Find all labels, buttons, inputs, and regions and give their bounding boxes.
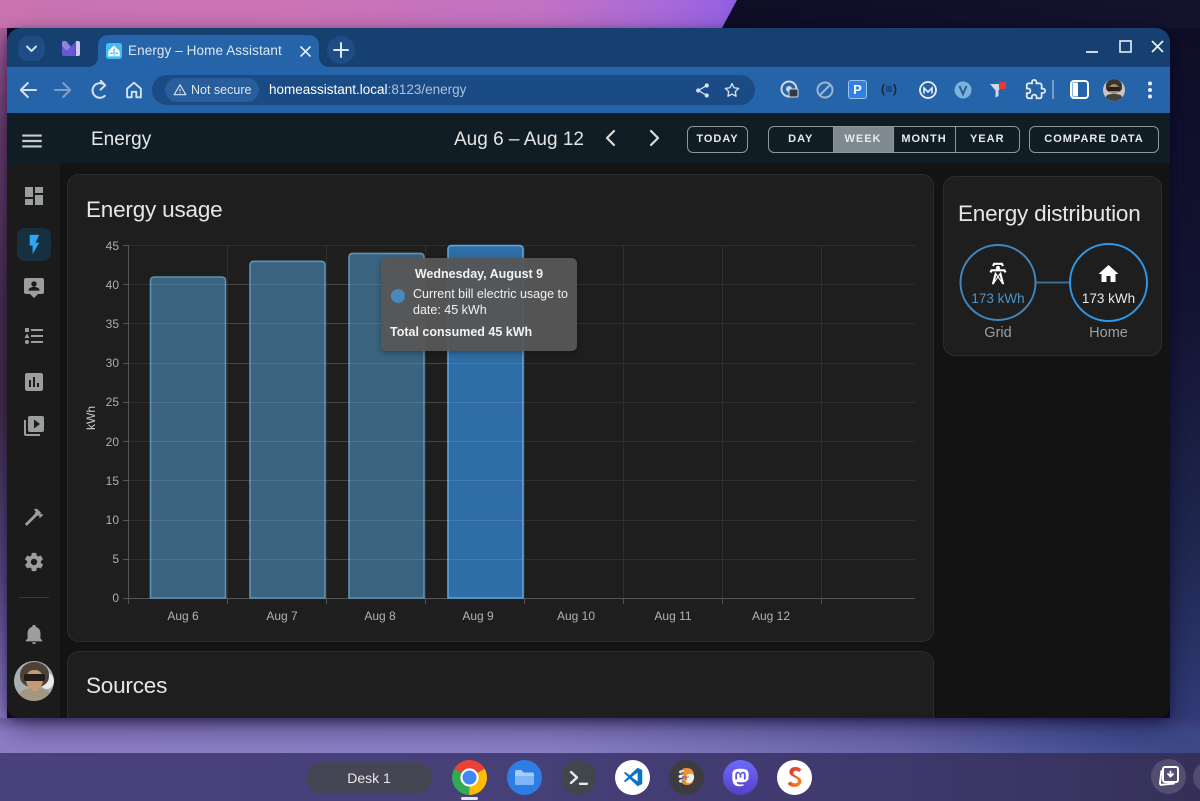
- svg-text:15: 15: [106, 474, 120, 488]
- svg-text:30: 30: [106, 356, 120, 370]
- svg-text:Aug 12: Aug 12: [752, 609, 790, 623]
- svg-text:Grid: Grid: [984, 325, 1011, 341]
- svg-text:173 kWh: 173 kWh: [971, 291, 1024, 306]
- svg-text:Aug 7: Aug 7: [266, 609, 298, 623]
- svg-text:45: 45: [106, 239, 120, 253]
- svg-text:10: 10: [106, 513, 120, 527]
- svg-text:Aug 8: Aug 8: [364, 609, 396, 623]
- svg-text:173 kWh: 173 kWh: [1082, 291, 1135, 306]
- svg-text:Aug 9: Aug 9: [462, 609, 494, 623]
- svg-text:0: 0: [112, 591, 119, 605]
- svg-text:Aug 6: Aug 6: [167, 609, 199, 623]
- svg-text:20: 20: [106, 435, 120, 449]
- svg-text:Aug 11: Aug 11: [654, 609, 691, 623]
- svg-text:Home: Home: [1089, 325, 1128, 341]
- svg-text:40: 40: [106, 278, 120, 292]
- svg-text:25: 25: [106, 395, 120, 409]
- svg-text:Aug 10: Aug 10: [557, 609, 595, 623]
- svg-text:35: 35: [106, 317, 120, 331]
- svg-text:5: 5: [112, 552, 119, 566]
- svg-text:kWh: kWh: [84, 406, 98, 430]
